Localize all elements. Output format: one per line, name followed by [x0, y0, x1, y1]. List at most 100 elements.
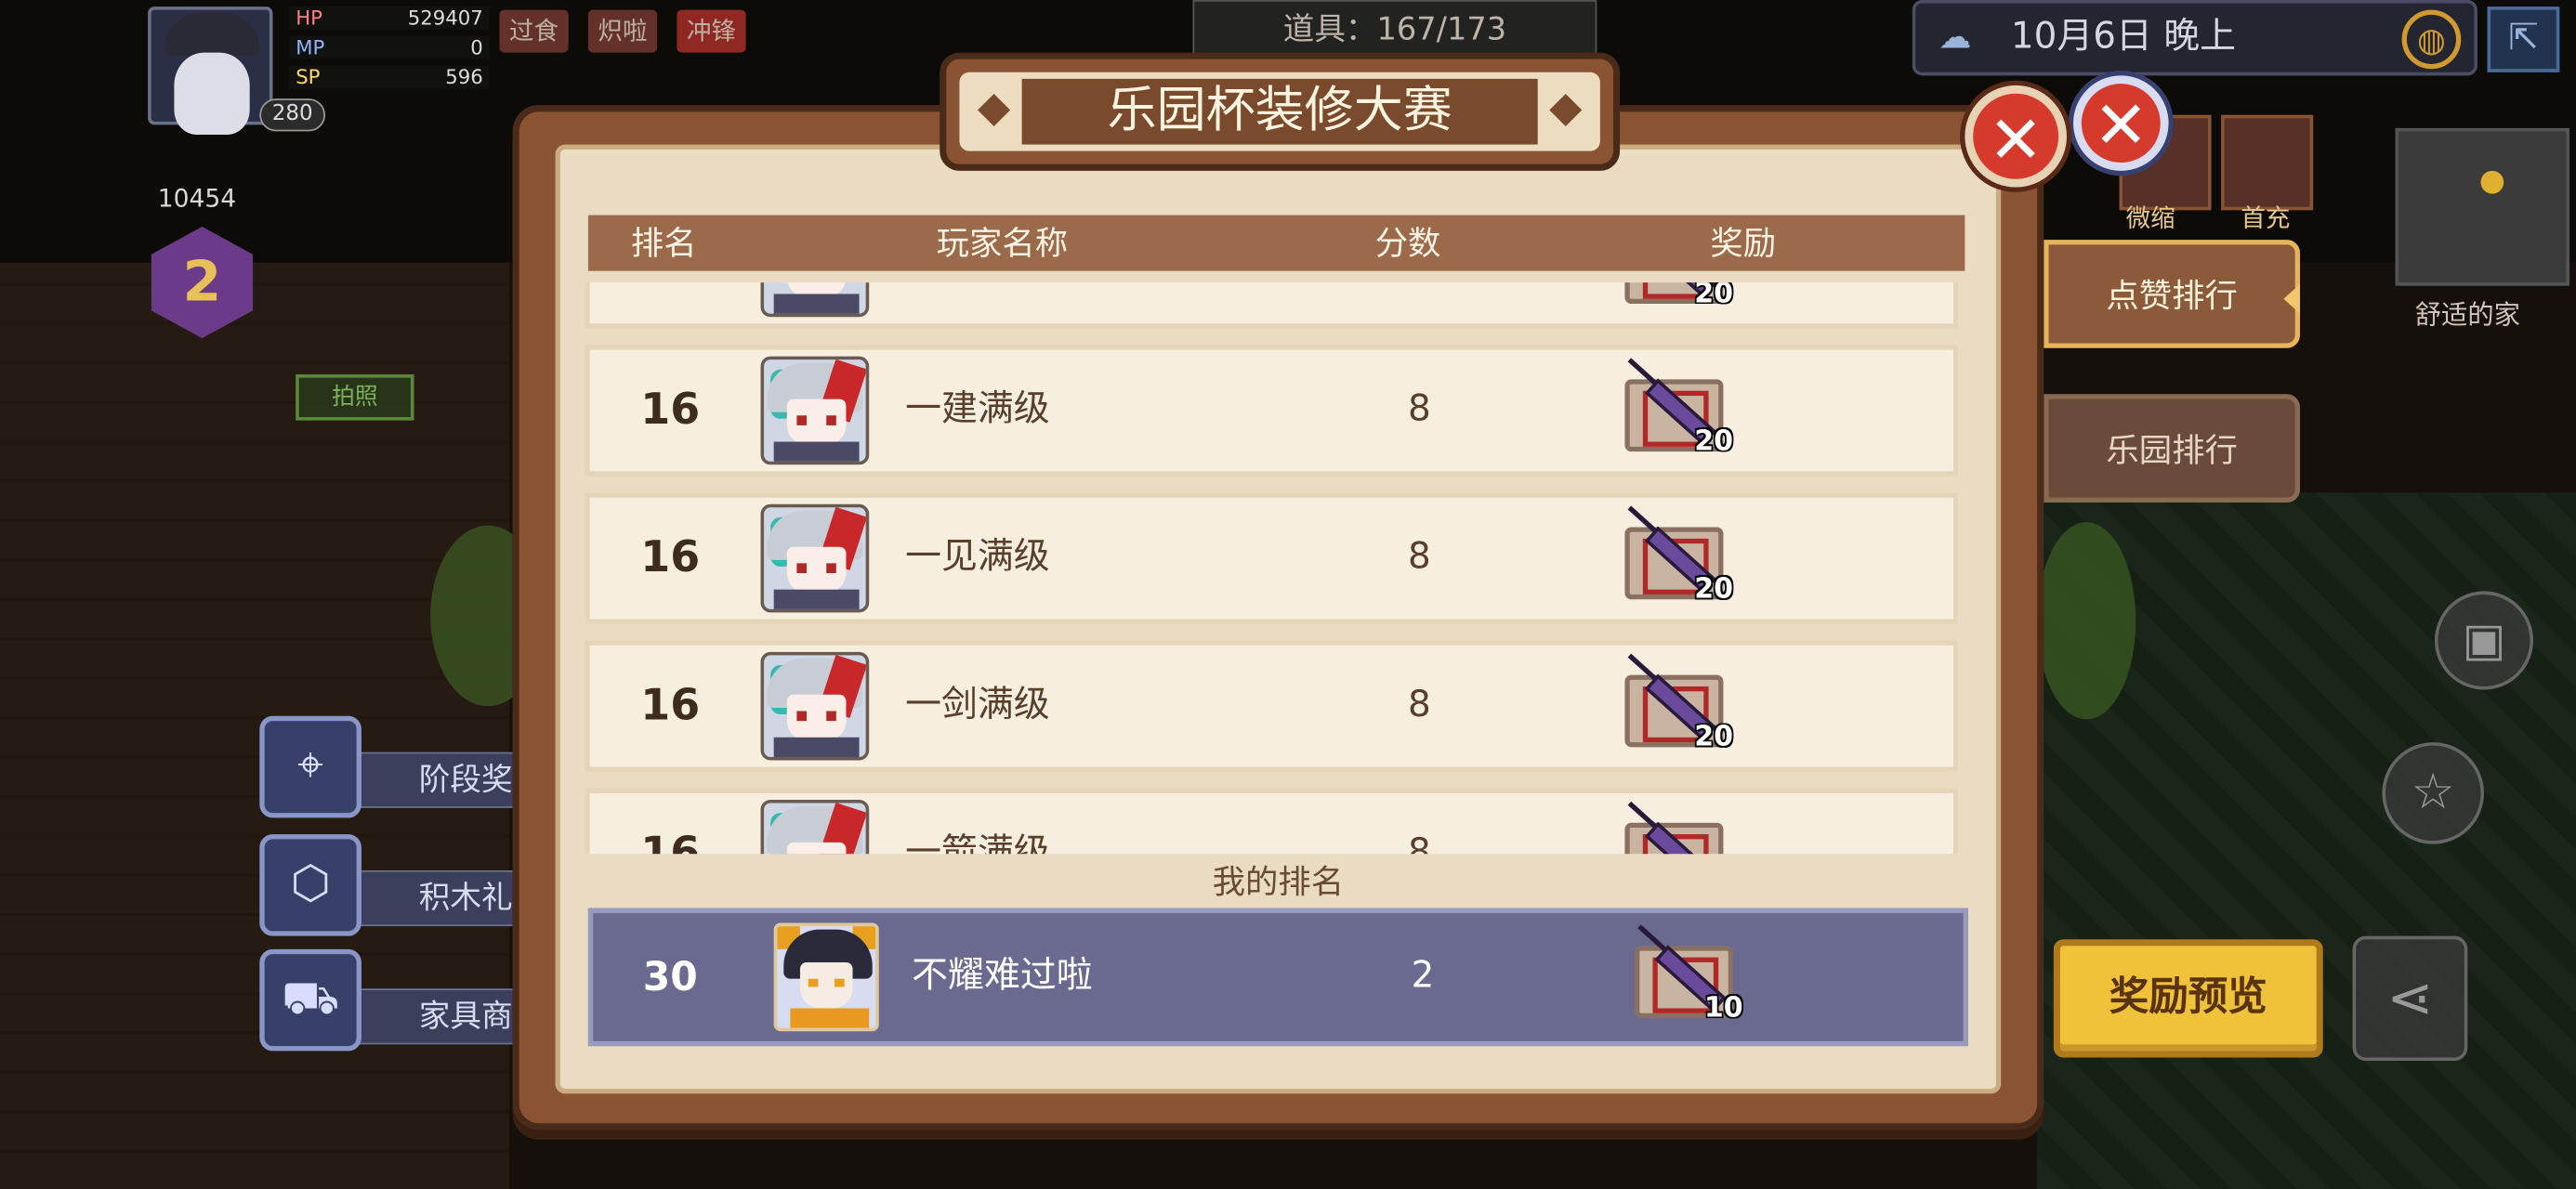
- avatar-armor: [773, 589, 860, 609]
- first-recharge-icon[interactable]: [2221, 114, 2314, 211]
- globe-icon[interactable]: ◍: [2401, 9, 2462, 70]
- syringe-reward-icon[interactable]: 20: [1618, 801, 1727, 855]
- syringe-reward-icon[interactable]: 20: [1618, 653, 1733, 753]
- player-avatar: [760, 503, 870, 613]
- gold-amount: 10454: [157, 184, 237, 214]
- my-score: 2: [1411, 955, 1435, 998]
- player-level-badge: 280: [259, 98, 326, 132]
- row-score: 8: [1408, 537, 1431, 579]
- furniture-shop-button[interactable]: ⛟: [259, 948, 361, 1052]
- col-reward: 奖励: [1710, 223, 1777, 263]
- player-avatar[interactable]: [148, 7, 273, 135]
- row-rank: 16: [640, 385, 701, 436]
- syringe-reward-icon[interactable]: 20: [1618, 358, 1733, 458]
- reward-quantity: 20: [1694, 721, 1734, 754]
- home-minimap[interactable]: [2395, 127, 2569, 286]
- stage-reward-button[interactable]: ⌖: [259, 715, 361, 818]
- title-plate: 乐园杯装修大赛: [940, 52, 1621, 171]
- table-row[interactable]: 16 一箭满级 8 20: [585, 788, 1959, 855]
- row-rank: 16: [612, 282, 728, 323]
- miniature-label: 微缩: [2125, 203, 2175, 234]
- row-score: 8: [1408, 832, 1431, 855]
- weather-icon: ☁: [1939, 16, 1972, 57]
- avatar-armor: [773, 294, 860, 314]
- my-avatar: [773, 922, 879, 1032]
- hp-value: 529407: [407, 7, 483, 30]
- col-player-name: 玩家名称: [936, 223, 1069, 263]
- mp-value: 0: [470, 35, 483, 59]
- player-name: 一箭满级: [905, 832, 1050, 855]
- sp-value: 596: [445, 65, 483, 89]
- sp-label: SP: [296, 65, 321, 89]
- close-button[interactable]: ✕: [1965, 85, 2067, 188]
- table-row[interactable]: 16 一建满级 8 20: [585, 345, 1959, 477]
- syringe-reward-icon[interactable]: 10: [1628, 924, 1743, 1025]
- hp-bar: HP 529407: [289, 7, 490, 30]
- player-name: 一见满级: [905, 537, 1050, 579]
- my-rank-row[interactable]: 30 不耀难过啦 2 10: [587, 908, 1968, 1047]
- cube-icon: ⬡: [290, 856, 331, 910]
- reward-preview-button[interactable]: 奖励预览: [2053, 939, 2323, 1058]
- furniture-shop-label: 家具商: [358, 988, 523, 1045]
- syringe-reward-icon[interactable]: 20: [1618, 282, 1733, 310]
- date-text: 10月6日 晚上: [2010, 16, 2237, 58]
- table-row[interactable]: 16 20: [585, 282, 1959, 329]
- blocks-gift-button[interactable]: ⬡: [259, 834, 361, 936]
- row-rank: 16: [640, 533, 701, 583]
- share-icon[interactable]: ⋖: [2352, 935, 2468, 1062]
- my-rank-label: 我的排名: [585, 856, 1972, 907]
- syringe-reward-icon[interactable]: 20: [1618, 505, 1733, 606]
- title-deco-right: [1549, 93, 1583, 126]
- backpack-icon[interactable]: ▣: [2434, 591, 2534, 690]
- status-tag-overeat[interactable]: 过食: [499, 9, 569, 53]
- avatar-body: [790, 1008, 870, 1028]
- photo-button[interactable]: 拍照: [296, 374, 414, 421]
- avatar-eyes: [796, 711, 836, 722]
- exit-icon[interactable]: ⇱: [2487, 7, 2560, 72]
- player-avatar: [760, 651, 870, 761]
- title-deco-left: [978, 93, 1011, 126]
- avatar-face: [174, 52, 250, 135]
- cart-icon: ⛟: [281, 970, 340, 1026]
- avatar-eyes: [808, 978, 845, 987]
- avatar-eyes: [796, 415, 836, 425]
- table-row[interactable]: 16 一见满级 8 20: [585, 492, 1959, 624]
- row-score: 8: [1408, 685, 1431, 726]
- table-row[interactable]: 16 一剑满级 8 20: [585, 640, 1959, 772]
- row-rank: 16: [640, 681, 701, 731]
- tab-likes-ranking[interactable]: 点赞排行: [2044, 240, 2300, 348]
- reward-quantity: 20: [1694, 572, 1734, 607]
- status-tag-burn[interactable]: 炽啦: [587, 9, 658, 53]
- game-screen: 280 HP 529407 MP 0 SP 596 过食 炽啦 冲锋 道具：16…: [0, 0, 2576, 1189]
- row-rank: 16: [640, 829, 701, 855]
- avatar-eyes: [796, 563, 836, 573]
- player-name: 一剑满级: [905, 685, 1050, 726]
- title-plate-inner: 乐园杯装修大赛: [959, 72, 1600, 151]
- tab-park-ranking[interactable]: 乐园排行: [2044, 394, 2300, 503]
- items-counter[interactable]: 道具：167/173: [1192, 0, 1597, 57]
- compass-icon: ⌖: [297, 737, 324, 792]
- status-tag-charge[interactable]: 冲锋: [677, 9, 746, 53]
- row-score: 8: [1408, 388, 1431, 431]
- player-name: 一建满级: [905, 388, 1050, 431]
- page-title: 乐园杯装修大赛: [1021, 78, 1538, 145]
- reward-quantity: 20: [1694, 425, 1734, 459]
- my-player-name: 不耀难过啦: [912, 955, 1093, 998]
- star-icon[interactable]: ☆: [2382, 742, 2484, 844]
- ranking-list[interactable]: 16 20 16 一建满级 8 20 16: [585, 282, 1959, 855]
- close-icon[interactable]: ✕: [2073, 75, 2169, 171]
- reward-quantity: 10: [1703, 991, 1743, 1026]
- stage-reward-label: 阶段奖: [358, 751, 523, 808]
- avatar-hair: [164, 13, 260, 57]
- home-label: 舒适的家: [2414, 298, 2520, 331]
- first-recharge-label: 首充: [2241, 203, 2291, 234]
- date-time-display: ☁ 10月6日 晚上: [1912, 0, 2477, 76]
- col-rank: 排名: [630, 223, 697, 263]
- avatar-armor: [773, 441, 860, 462]
- player-avatar: [760, 356, 870, 465]
- minimap-marker: [2480, 170, 2504, 194]
- avatar-armor: [773, 737, 860, 757]
- col-score: 分数: [1374, 223, 1441, 263]
- reward-quantity: 20: [1694, 282, 1734, 311]
- avatar-face: [786, 842, 847, 855]
